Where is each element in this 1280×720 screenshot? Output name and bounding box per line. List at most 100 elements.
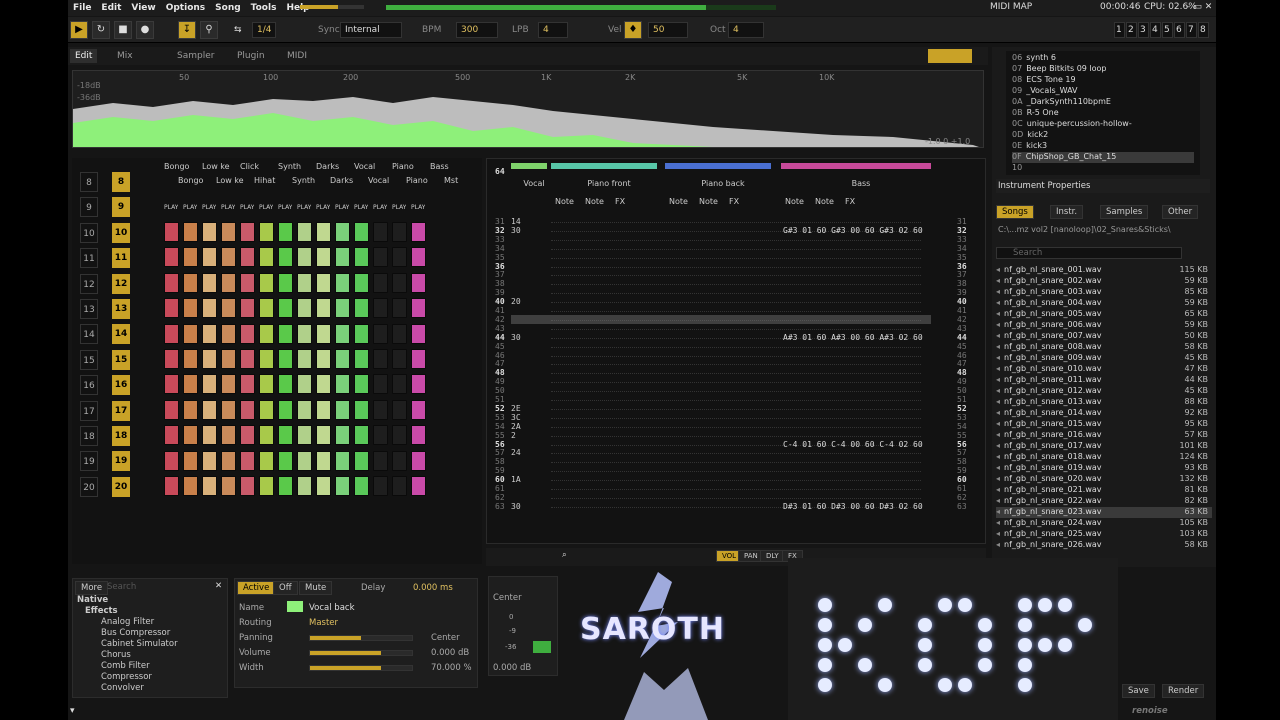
volume-slider[interactable]: [309, 650, 413, 656]
midi-map-button[interactable]: MIDI MAP: [990, 2, 1032, 12]
tab-samples[interactable]: Samples: [1100, 205, 1149, 219]
tab-plugin[interactable]: Plugin: [232, 49, 270, 63]
instrument-item[interactable]: 0C unique-percussion-hollow-: [1012, 119, 1194, 130]
vocal-value[interactable]: 30: [511, 333, 521, 342]
matrix-slot[interactable]: [259, 272, 274, 293]
instrument-item[interactable]: 09 _Vocals_WAV: [1012, 86, 1194, 97]
chevron-down-icon[interactable]: ▾: [70, 706, 78, 716]
matrix-slot[interactable]: [354, 298, 369, 319]
file-item[interactable]: ◂ nf_gb_nl_snare_011.wav 44 KB: [996, 375, 1212, 386]
fx-item[interactable]: Convolver: [101, 683, 144, 693]
track-toggle[interactable]: 5: [1162, 22, 1173, 38]
vocal-value[interactable]: 20: [511, 297, 521, 306]
width-slider[interactable]: [309, 665, 413, 671]
matrix-slot[interactable]: [373, 425, 388, 446]
matrix-slot[interactable]: [373, 247, 388, 268]
lpb-value[interactable]: 4: [538, 22, 568, 38]
matrix-slot[interactable]: [240, 349, 255, 369]
matrix-slot[interactable]: [240, 247, 255, 268]
matrix-slot[interactable]: [316, 323, 331, 344]
matrix-slot[interactable]: [392, 450, 407, 471]
oct-value[interactable]: 4: [728, 22, 764, 38]
matrix-slot[interactable]: [373, 399, 388, 420]
pattern-number[interactable]: 9: [112, 197, 130, 218]
matrix-slot[interactable]: [278, 222, 293, 242]
matrix-slot[interactable]: [392, 399, 407, 420]
matrix-slot[interactable]: [183, 399, 198, 420]
matrix-slot[interactable]: [221, 425, 236, 446]
matrix-slot[interactable]: [335, 425, 350, 446]
matrix-slot[interactable]: [335, 399, 350, 420]
sequence-number[interactable]: 18: [80, 426, 98, 446]
matrix-slot[interactable]: [202, 349, 217, 369]
matrix-slot[interactable]: [221, 298, 236, 319]
pattern-number[interactable]: 13: [112, 299, 130, 319]
menu-edit[interactable]: Edit: [96, 3, 126, 13]
matrix-slot[interactable]: [259, 476, 274, 496]
track-header[interactable]: Low ke: [202, 162, 238, 171]
matrix-slot[interactable]: [392, 272, 407, 293]
track-header[interactable]: Mst: [444, 176, 480, 185]
pattern-number[interactable]: 10: [112, 222, 130, 243]
matrix-slot[interactable]: [221, 323, 236, 344]
matrix-slot[interactable]: [183, 247, 198, 268]
sequence-number[interactable]: 20: [80, 476, 98, 497]
block-loop-icon[interactable]: ⇆: [234, 25, 242, 35]
sequence-number[interactable]: 19: [80, 451, 98, 472]
matrix-slot[interactable]: [392, 298, 407, 319]
track-name[interactable]: Vocal back: [309, 603, 355, 613]
pattern-number[interactable]: 12: [112, 273, 130, 294]
track-header[interactable]: Bass: [430, 162, 466, 171]
matrix-slot[interactable]: [221, 272, 236, 293]
track-header[interactable]: Piano: [406, 176, 442, 185]
matrix-slot[interactable]: [259, 222, 274, 242]
metronome-button[interactable]: ⚲: [200, 21, 218, 39]
fx-item[interactable]: Bus Compressor: [101, 628, 170, 638]
matrix-slot[interactable]: [297, 349, 312, 369]
bass-note[interactable]: C-4 01 60 C-4 00 60 C-4 02 60: [783, 440, 923, 449]
matrix-slot[interactable]: [354, 323, 369, 344]
matrix-slot[interactable]: [411, 425, 426, 446]
vocal-value[interactable]: 24: [511, 448, 521, 457]
matrix-slot[interactable]: [240, 222, 255, 242]
render-button[interactable]: Render: [1162, 684, 1205, 698]
pattern-number[interactable]: 8: [112, 172, 130, 192]
matrix-slot[interactable]: [392, 374, 407, 395]
track-header[interactable]: Synth: [292, 176, 328, 185]
file-item[interactable]: ◂ nf_gb_nl_snare_001.wav 115 KB: [996, 265, 1212, 276]
file-item[interactable]: ◂ nf_gb_nl_snare_020.wav 132 KB: [996, 474, 1212, 485]
file-item[interactable]: ◂ nf_gb_nl_snare_018.wav 124 KB: [996, 452, 1212, 463]
matrix-slot[interactable]: [183, 222, 198, 242]
matrix-slot[interactable]: [221, 399, 236, 420]
matrix-slot[interactable]: [411, 450, 426, 471]
matrix-slot[interactable]: [278, 374, 293, 395]
column-label[interactable]: FX: [729, 197, 739, 206]
matrix-slot[interactable]: [297, 399, 312, 420]
pattern-number[interactable]: 11: [112, 248, 130, 269]
instrument-item[interactable]: 0B R-5 One: [1012, 108, 1194, 119]
matrix-slot[interactable]: [297, 222, 312, 242]
bass-note[interactable]: D#3 01 60 D#3 00 60 D#3 02 60: [783, 502, 923, 511]
save-button[interactable]: Save: [1122, 684, 1155, 698]
matrix-slot[interactable]: [259, 323, 274, 344]
matrix-slot[interactable]: [316, 247, 331, 268]
matrix-slot[interactable]: [354, 272, 369, 293]
matrix-slot[interactable]: [316, 476, 331, 496]
matrix-slot[interactable]: [354, 247, 369, 268]
vocal-value[interactable]: 3C: [511, 413, 521, 422]
tab-mix[interactable]: Mix: [112, 49, 138, 63]
pattern-track-name[interactable]: Piano back: [675, 179, 771, 188]
matrix-slot[interactable]: [392, 476, 407, 496]
sequence-number[interactable]: 15: [80, 349, 98, 370]
file-item[interactable]: ◂ nf_gb_nl_snare_015.wav 95 KB: [996, 419, 1212, 430]
track-toggle[interactable]: 8: [1198, 22, 1209, 38]
file-item[interactable]: ◂ nf_gb_nl_snare_009.wav 45 KB: [996, 353, 1212, 364]
matrix-slot[interactable]: [240, 399, 255, 420]
step-length[interactable]: 1/4: [252, 22, 277, 38]
matrix-slot[interactable]: [354, 349, 369, 369]
matrix-slot[interactable]: [202, 425, 217, 446]
matrix-slot[interactable]: [183, 272, 198, 293]
matrix-slot[interactable]: [297, 247, 312, 268]
matrix-slot[interactable]: [278, 272, 293, 293]
matrix-slot[interactable]: [297, 425, 312, 446]
